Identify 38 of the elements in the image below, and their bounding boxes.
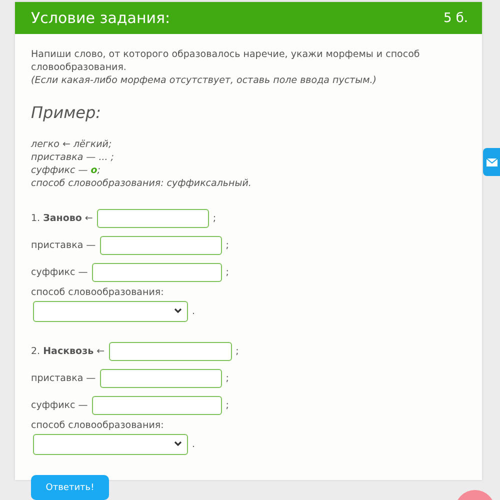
task-word: 2. Насквозь ← xyxy=(31,346,105,356)
method-dropdown[interactable] xyxy=(33,434,188,454)
period: . xyxy=(192,306,196,316)
method-dropdown[interactable] xyxy=(33,300,188,322)
semicolon: ; xyxy=(226,266,229,278)
task-title: Условие задания: xyxy=(31,9,170,27)
answer-field[interactable] xyxy=(108,342,232,360)
semicolon: ; xyxy=(226,372,229,384)
feedback-tab[interactable] xyxy=(483,148,500,176)
field-label: приставка — xyxy=(31,372,96,384)
instruction-note: (Если какая-либо морфема отсутствует, оставь поле ввода пустым.) xyxy=(31,74,378,87)
example-line: приставка — ... ; xyxy=(31,151,115,164)
answer-field[interactable] xyxy=(100,368,222,388)
example-line: способ словообразования: суффиксальный. xyxy=(31,177,252,190)
semicolon: ; xyxy=(212,212,216,224)
field-label: способ словообразования: xyxy=(31,420,165,431)
semicolon: ; xyxy=(226,400,229,410)
semicolon: ; xyxy=(236,346,239,356)
period: . xyxy=(192,438,196,450)
field-label: суффикс — xyxy=(31,400,88,410)
answer-field[interactable] xyxy=(100,236,222,254)
envelope-icon xyxy=(486,158,498,166)
example-line: легко ← лёгкий; xyxy=(31,138,113,151)
example-line: суффикс — о; xyxy=(31,164,102,177)
submit-button[interactable]: Ответить! xyxy=(31,475,109,500)
points: 5 б. xyxy=(443,10,468,26)
field-label: способ словообразования: xyxy=(31,287,165,298)
task-word: 1. Заново ← xyxy=(31,212,93,224)
instruction-text: Напиши слово, от которого образовалось наречие, укажи морфемы и способ словообразования. xyxy=(31,48,421,74)
field-label: приставка — xyxy=(31,240,96,250)
semicolon: ; xyxy=(226,240,229,250)
chevron-down-icon xyxy=(174,308,182,314)
field-label: суффикс — xyxy=(31,266,88,278)
answer-field[interactable] xyxy=(96,208,209,228)
answer-field[interactable] xyxy=(92,262,222,282)
answer-field[interactable] xyxy=(92,396,222,414)
chevron-down-icon xyxy=(174,441,182,447)
example-heading: Пример: xyxy=(31,103,102,122)
